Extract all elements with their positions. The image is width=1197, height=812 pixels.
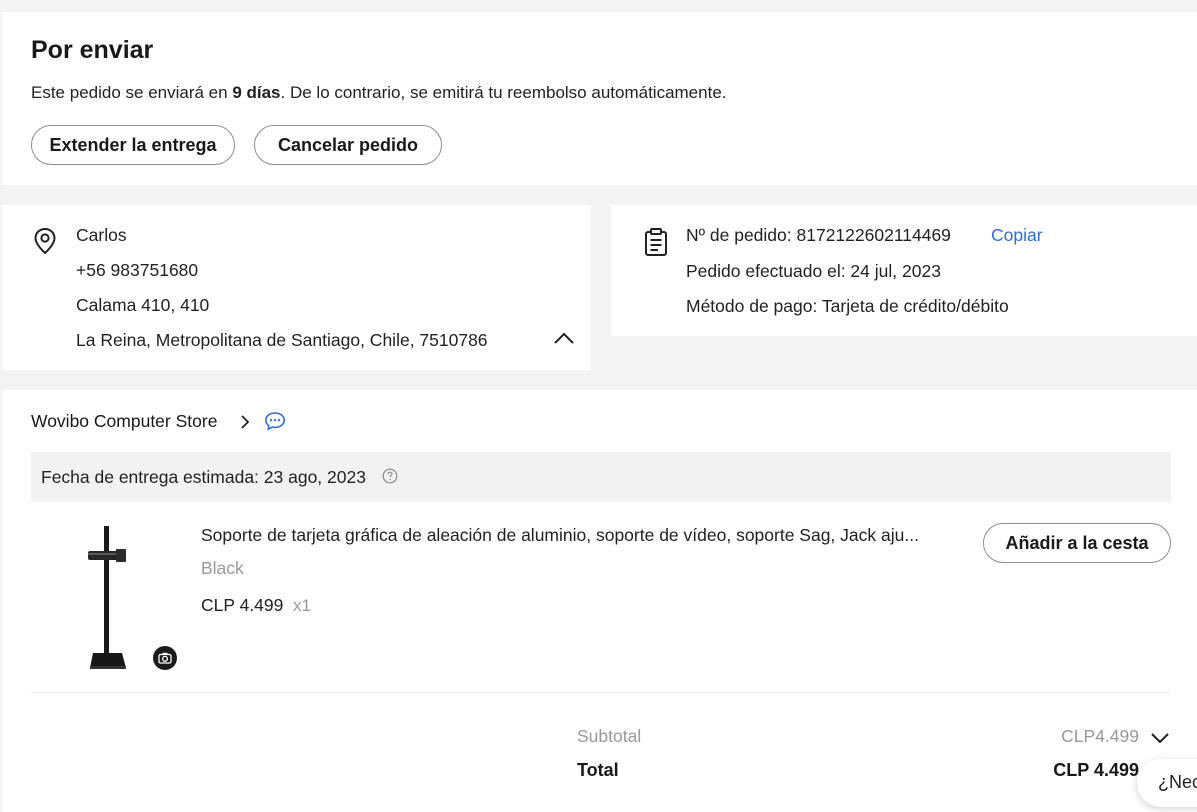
cancel-order-button[interactable]: Cancelar pedido	[254, 125, 442, 165]
subtotal-value: CLP4.499	[1061, 726, 1139, 746]
divider	[31, 692, 1171, 693]
shipping-address-card: Carlos +56 983751680 Calama 410, 410 La …	[2, 205, 591, 370]
order-info-card: Nº de pedido: 8172122602114469 Copiar Pe…	[611, 205, 1197, 336]
address-street: Calama 410, 410	[76, 295, 210, 315]
delivery-estimate-text: Fecha de entrega estimada: 23 ago, 2023	[41, 467, 366, 487]
order-placed-date: Pedido efectuado el: 24 jul, 2023	[686, 261, 941, 281]
product-price: CLP 4.499	[201, 595, 284, 615]
status-message: Este pedido se enviará en 9 días. De lo …	[31, 83, 727, 103]
product-title-link[interactable]: Soporte de tarjeta gráfica de aleación d…	[201, 525, 946, 546]
delivery-estimate-bar: Fecha de entrega estimada: 23 ago, 2023	[31, 452, 1171, 502]
clipboard-icon	[645, 228, 667, 256]
recipient-phone: +56 983751680	[76, 260, 199, 280]
question-mark-icon[interactable]	[382, 468, 398, 484]
chevron-right-icon[interactable]	[239, 414, 251, 430]
product-image[interactable]	[80, 525, 140, 671]
copy-order-number-link[interactable]: Copiar	[991, 225, 1043, 246]
extend-delivery-button[interactable]: Extender la entrega	[31, 125, 235, 165]
chat-icon[interactable]	[264, 411, 286, 431]
help-bubble-text: ¿Nec	[1158, 772, 1197, 792]
expand-chevron-down-icon[interactable]	[1150, 731, 1170, 745]
status-message-days: 9 días	[232, 83, 281, 102]
camera-icon[interactable]	[153, 646, 177, 670]
address-region: La Reina, Metropolitana de Santiago, Chi…	[76, 330, 488, 350]
status-title: Por enviar	[31, 36, 154, 64]
location-pin-icon	[34, 227, 56, 255]
total-label: Total	[577, 760, 619, 780]
status-message-prefix: Este pedido se enviará en	[31, 83, 233, 102]
add-to-cart-button[interactable]: Añadir a la cesta	[983, 523, 1171, 563]
store-order-card: Wovibo Computer Store Fecha de entrega e…	[2, 390, 1197, 812]
order-status-card: Por enviar Este pedido se enviará en 9 d…	[2, 12, 1197, 185]
subtotal-label: Subtotal	[577, 726, 642, 746]
recipient-name: Carlos	[76, 225, 127, 245]
store-name-link[interactable]: Wovibo Computer Store	[31, 411, 217, 432]
status-message-suffix: . De lo contrario, se emitirá tu reembol…	[280, 83, 727, 102]
help-chat-bubble[interactable]: ¿Nec	[1137, 759, 1197, 807]
product-variant: Black	[201, 558, 244, 578]
collapse-chevron-up-icon[interactable]	[553, 330, 575, 346]
product-quantity: x1	[293, 596, 311, 615]
total-value: CLP 4.499	[1053, 760, 1139, 780]
payment-method: Método de pago: Tarjeta de crédito/débit…	[686, 296, 1009, 316]
order-number: Nº de pedido: 8172122602114469	[686, 225, 951, 245]
